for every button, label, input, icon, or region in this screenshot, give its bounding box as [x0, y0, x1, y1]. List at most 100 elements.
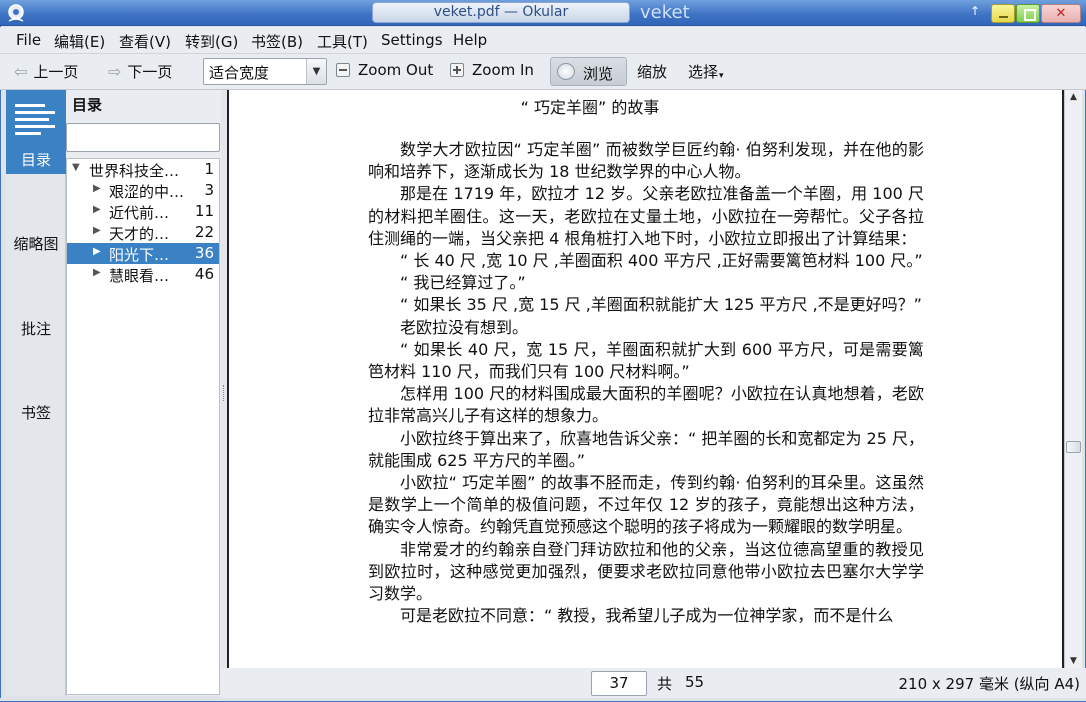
zoom-mode-value: 适合宽度 — [209, 64, 270, 82]
contents-panel: 目录 ▼ 世界科技全… 1 ▶ 艰涩的中… 3 ▶ 近代前… 11 ▶ 天才的…… — [66, 90, 221, 696]
vertical-scrollbar[interactable]: ▲ ▼ — [1064, 90, 1082, 668]
toc-item-page: 46 — [194, 265, 214, 283]
toc-item[interactable]: ▼ 世界科技全… 1 — [67, 159, 219, 180]
tab-bookmarks[interactable]: 书签 — [6, 402, 66, 423]
browse-tool-label: 浏览 — [583, 65, 614, 83]
toc-item-label: 阳光下… — [109, 246, 170, 264]
zoom-out-label: Zoom Out — [358, 61, 434, 79]
window-frame-right — [1082, 26, 1086, 702]
menu-bar: File 编辑(E) 查看(V) 转到(G) 书签(B) 工具(T) Setti… — [0, 27, 1086, 54]
toc-item[interactable]: ▶ 慧眼看… 46 — [67, 264, 219, 285]
paragraph: “ 如果长 35 尺 ,宽 15 尺 ,羊圈面积就能扩大 125 平方尺 ,不是… — [400, 295, 922, 315]
menu-settings[interactable]: Settings — [381, 31, 443, 49]
toc-item-page: 11 — [194, 202, 214, 220]
zoom-tool-button[interactable]: 缩放 — [637, 61, 667, 82]
scroll-down-icon[interactable]: ▼ — [1065, 654, 1082, 668]
collapsed-arrow-icon[interactable]: ▶ — [93, 225, 101, 236]
paragraph: “ 长 40 尺 ,宽 10 尺 ,羊圈面积 400 平方尺 ,正好需要篱笆材料… — [400, 251, 923, 271]
menu-edit[interactable]: 编辑(E) — [54, 31, 105, 52]
tab-annotations[interactable]: 批注 — [6, 318, 66, 339]
toc-item-label: 世界科技全… — [89, 162, 180, 180]
paragraph: 数学大才欧拉因“ 巧定羊圈” 而被数学巨匠约翰· 伯努利发现，并在他的影响和培养… — [368, 140, 924, 182]
contents-tree[interactable]: ▼ 世界科技全… 1 ▶ 艰涩的中… 3 ▶ 近代前… 11 ▶ 天才的… 22… — [66, 158, 220, 695]
zoom-out-icon — [336, 63, 350, 77]
zoom-mode-select[interactable]: 适合宽度 ▼ — [203, 58, 327, 85]
window-title: veket.pdf — Okular — [372, 2, 630, 23]
toc-item-page: 3 — [204, 181, 214, 199]
zoom-tool-label: 缩放 — [637, 63, 668, 81]
toc-item-label: 近代前… — [109, 204, 170, 222]
status-bar: 37 共 55 210 x 297 毫米 (纵向 A4) — [221, 668, 1086, 698]
paragraph: 非常爱才的约翰亲自登门拜访欧拉和他的父亲，当这位德高望重的教授见到欧拉时，这种感… — [368, 539, 924, 604]
toc-item[interactable]: ▶ 天才的… 22 — [67, 222, 219, 243]
document-page: “ 巧定羊圈” 的故事 数学大才欧拉因“ 巧定羊圈” 而被数学巨匠约翰· 伯努利… — [229, 90, 1062, 668]
paragraph: 小欧拉“ 巧定羊圈” 的故事不胫而走，传到约翰· 伯努利的耳朵里。这虽然是数学上… — [368, 473, 924, 537]
contents-icon — [15, 102, 55, 138]
close-button[interactable]: ✕ — [1041, 4, 1081, 23]
menu-help[interactable]: Help — [453, 31, 487, 49]
browse-tool-button[interactable]: 浏览 — [550, 57, 627, 86]
main-toolbar: ⇦ 上一页 ⇨ 下一页 适合宽度 ▼ Zoom Out Zoom In 浏览 缩… — [0, 54, 1086, 90]
paragraph: 小欧拉终于算出来了，欣喜地告诉父亲：“ 把羊圈的长和宽都定为 25 尺，就能围成… — [368, 428, 924, 470]
zoom-out-button[interactable]: Zoom Out — [336, 61, 433, 79]
next-page-button[interactable]: ⇨ 下一页 — [108, 61, 172, 82]
zoom-in-button[interactable]: Zoom In — [450, 61, 534, 79]
select-tool-label: 选择 — [688, 63, 719, 81]
page-size-info: 210 x 297 毫米 (纵向 A4) — [898, 675, 1081, 693]
hand-icon — [557, 63, 575, 80]
menu-file[interactable]: File — [16, 31, 41, 49]
chevron-down-icon: ▾ — [719, 70, 724, 81]
keep-above-icon[interactable]: ↑ — [970, 4, 980, 18]
window-frame-bottom — [0, 698, 1086, 702]
collapsed-arrow-icon[interactable]: ▶ — [93, 183, 101, 194]
window-title-ghost: veket — [640, 2, 690, 23]
chevron-down-icon[interactable]: ▼ — [306, 59, 326, 84]
paragraph: “ 如果长 40 尺，宽 15 尺，羊圈面积就扩大到 600 平方尺，可是需要篱… — [368, 339, 924, 382]
toc-item-label: 天才的… — [109, 225, 170, 243]
collapsed-arrow-icon[interactable]: ▶ — [93, 267, 101, 278]
menu-tools[interactable]: 工具(T) — [317, 31, 368, 52]
toc-item-page: 36 — [194, 244, 214, 262]
toc-item[interactable]: ▶ 近代前… 11 — [67, 201, 219, 222]
collapsed-arrow-icon[interactable]: ▶ — [93, 204, 101, 215]
maximize-button[interactable] — [1016, 4, 1040, 23]
scrollbar-thumb[interactable] — [1066, 441, 1081, 453]
close-icon: ✕ — [1055, 6, 1067, 21]
tab-contents-label: 目录 — [20, 151, 51, 169]
page-body: 数学大才欧拉因“ 巧定羊圈” 而被数学巨匠约翰· 伯努利发现，并在他的影响和培养… — [368, 139, 924, 627]
paragraph: 老欧拉没有想到。 — [400, 317, 529, 337]
toc-item-page: 1 — [204, 160, 214, 178]
scroll-up-icon[interactable]: ▲ — [1065, 90, 1082, 104]
zoom-in-label: Zoom In — [472, 61, 534, 79]
expanded-arrow-icon[interactable]: ▼ — [72, 162, 80, 173]
previous-page-label: 上一页 — [33, 63, 79, 81]
sidebar-tab-strip: 目录 缩略图 批注 书签 — [6, 90, 66, 696]
page-number-input[interactable]: 37 — [591, 671, 647, 696]
previous-page-button[interactable]: ⇦ 上一页 — [14, 61, 78, 82]
toc-item-page: 22 — [194, 223, 214, 241]
collapsed-arrow-icon[interactable]: ▶ — [93, 246, 101, 257]
select-tool-button[interactable]: 选择 ▾ — [688, 61, 724, 82]
zoom-in-icon — [450, 63, 464, 77]
okular-app-icon[interactable] — [6, 3, 26, 23]
paragraph: 那是在 1719 年，欧拉才 12 岁。父亲老欧拉准备盖一个羊圈，用 100 尺… — [368, 184, 924, 248]
tab-thumbnails[interactable]: 缩略图 — [6, 233, 66, 254]
next-page-label: 下一页 — [127, 63, 173, 81]
menu-bookmarks[interactable]: 书签(B) — [251, 31, 303, 52]
arrow-right-icon: ⇨ — [108, 62, 122, 81]
tab-contents[interactable]: 目录 — [6, 90, 66, 174]
toc-item[interactable]: ▶ 艰涩的中… 3 — [67, 180, 219, 201]
page-of-label: 共 — [657, 675, 673, 693]
minimize-button[interactable] — [991, 4, 1015, 23]
arrow-left-icon: ⇦ — [14, 62, 28, 81]
title-bar: veket.pdf — Okular veket ↑ ✕ — [0, 0, 1086, 26]
menu-go[interactable]: 转到(G) — [185, 31, 238, 52]
paragraph: 怎样用 100 尺的材料围成最大面积的羊圈呢？小欧拉在认真地想着，老欧拉非常高兴… — [368, 384, 924, 426]
document-view[interactable]: “ 巧定羊圈” 的故事 数学大才欧拉因“ 巧定羊圈” 而被数学巨匠约翰· 伯努利… — [227, 90, 1064, 668]
menu-view[interactable]: 查看(V) — [119, 31, 171, 52]
total-pages: 55 — [685, 673, 705, 691]
paragraph: 可是老欧拉不同意：“ 教授，我希望儿子成为一位神学家，而不是什么 — [400, 606, 894, 626]
toc-item-selected[interactable]: ▶ 阳光下… 36 — [67, 243, 219, 264]
toc-item-label: 慧眼看… — [109, 267, 170, 285]
contents-search-input[interactable] — [66, 123, 220, 152]
